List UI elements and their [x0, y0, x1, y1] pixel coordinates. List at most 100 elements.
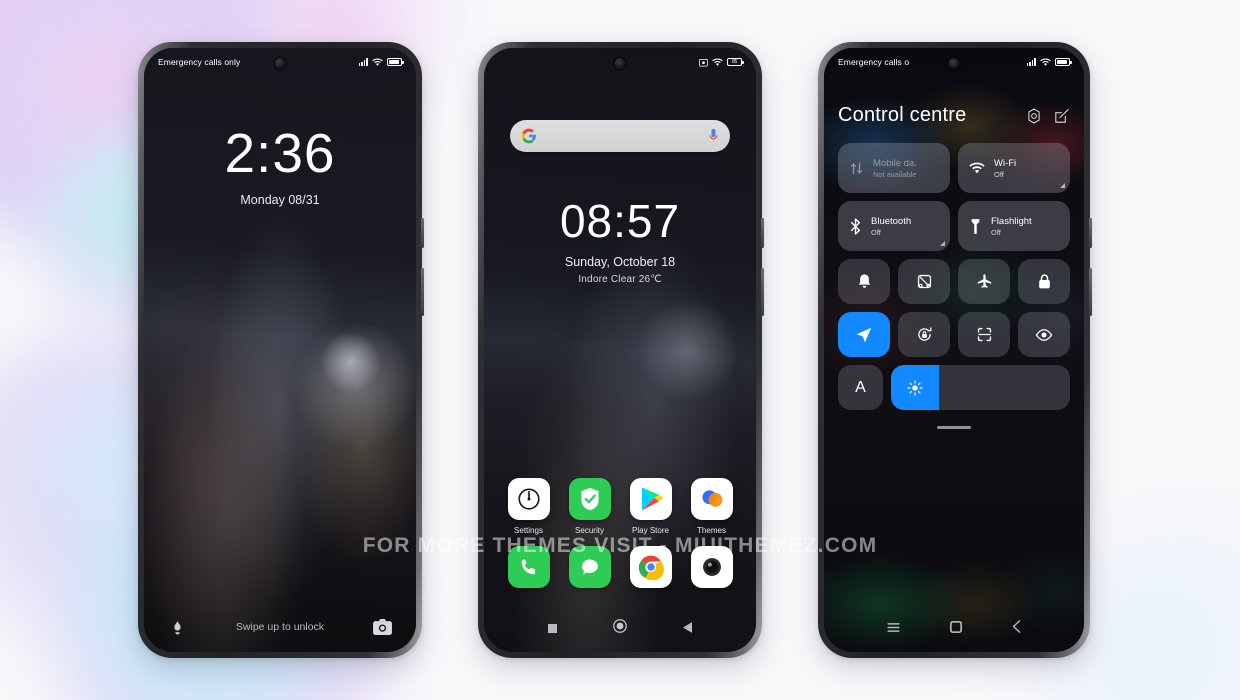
circle-home-icon[interactable]: [613, 619, 627, 638]
control-centre-header: Control centre: [838, 104, 1070, 127]
tile-expand-corner[interactable]: [940, 241, 945, 246]
scanner-icon: [977, 327, 991, 342]
navigation-bar: [824, 620, 1084, 638]
brightness-slider[interactable]: [891, 365, 1070, 410]
phone-screen: Emergency calls o Control centre Mobile …: [824, 48, 1084, 652]
homescreen-date: Sunday, October 18: [564, 255, 676, 269]
microphone-icon[interactable]: [708, 128, 719, 144]
menu-lines-icon[interactable]: [887, 620, 900, 638]
drag-handle[interactable]: [937, 426, 971, 429]
app-security[interactable]: Security: [562, 478, 618, 535]
phone-homescreen: 85 08:57 Sunday, October 18 Indore Clear…: [478, 42, 764, 658]
tile-title: Wi-Fi: [994, 157, 1017, 169]
security-shield-icon: [568, 478, 611, 520]
screenshot-icon: [917, 274, 931, 289]
battery-percent-icon: 85: [727, 58, 744, 66]
tile-subtitle: Not available: [873, 169, 917, 179]
wifi-icon: [712, 57, 723, 66]
messages-icon[interactable]: [568, 546, 611, 588]
tile-auto-brightness[interactable]: A: [838, 365, 883, 410]
google-search-bar[interactable]: [510, 120, 730, 152]
page-title: Control centre: [838, 104, 967, 126]
battery-icon: [1055, 58, 1072, 66]
app-grid: Settings Security Play Store Themes: [498, 478, 742, 535]
homescreen-weather: Indore Clear 26℃: [578, 274, 662, 285]
quick-toggle-tiles: Mobile da. Not available Wi-Fi Off Bluet…: [838, 143, 1070, 251]
tile-lock[interactable]: [1018, 259, 1070, 304]
tile-scanner[interactable]: [958, 312, 1010, 357]
square-home-icon[interactable]: [950, 620, 962, 638]
navigation-bar: [484, 619, 756, 638]
app-label: Themes: [697, 526, 726, 535]
tile-reading-mode[interactable]: [1018, 312, 1070, 357]
chevron-back-icon[interactable]: [1012, 620, 1021, 638]
power-button[interactable]: [1089, 268, 1092, 316]
signal-bars-icon: [358, 58, 368, 66]
eye-icon: [1035, 328, 1053, 341]
tile-bluetooth[interactable]: Bluetooth Off: [838, 201, 950, 251]
tile-expand-corner[interactable]: [1060, 183, 1065, 188]
power-button[interactable]: [761, 268, 764, 316]
tile-mobile-data[interactable]: Mobile da. Not available: [838, 143, 950, 193]
tile-subtitle: Off: [871, 227, 881, 237]
triangle-back-icon[interactable]: [683, 620, 692, 638]
chrome-icon[interactable]: [629, 546, 672, 588]
phone-control-centre: Emergency calls o Control centre Mobile …: [818, 42, 1092, 658]
screenshot-icon: [699, 58, 708, 66]
tile-subtitle: Off: [994, 169, 1004, 179]
app-themes[interactable]: Themes: [684, 478, 740, 535]
tile-flashlight[interactable]: Flashlight Off: [958, 201, 1070, 251]
tile-wifi[interactable]: Wi-Fi Off: [958, 143, 1070, 193]
wifi-icon: [1040, 57, 1051, 66]
airplane-icon: [977, 274, 991, 288]
front-camera-punchhole: [948, 58, 960, 69]
wifi-icon: [372, 57, 383, 66]
wifi-icon: [969, 162, 985, 173]
lock-icon: [1038, 274, 1050, 289]
bell-icon: [858, 274, 870, 288]
square-recents-icon[interactable]: [548, 620, 557, 638]
phone-icon[interactable]: [507, 546, 550, 588]
battery-percent-text: 85: [732, 59, 737, 65]
tile-rotation-lock[interactable]: [898, 312, 950, 357]
phone-screen: 85 08:57 Sunday, October 18 Indore Clear…: [484, 48, 756, 652]
homescreen-clock-widget: 08:57 Sunday, October 18 Indore Clear 26…: [484, 198, 756, 285]
edit-icon[interactable]: [1054, 108, 1070, 124]
play-store-icon: [629, 478, 672, 520]
app-label: Play Store: [632, 526, 669, 535]
bluetooth-icon: [850, 217, 861, 235]
phone-lockscreen: Emergency calls only 2:36 Monday 08/31 S…: [138, 42, 424, 658]
control-centre-panel: Control centre Mobile da. Not available …: [824, 48, 1084, 652]
brightness-slider-fill: [891, 365, 940, 410]
tile-location[interactable]: [838, 312, 890, 357]
location-icon: [856, 327, 872, 342]
app-label: Settings: [514, 526, 543, 535]
tile-title: Flashlight: [991, 215, 1032, 227]
camera-icon[interactable]: [372, 616, 394, 638]
tile-screenshot[interactable]: [898, 259, 950, 304]
battery-icon: [387, 58, 404, 66]
power-button[interactable]: [421, 268, 424, 316]
phone-screen: Emergency calls only 2:36 Monday 08/31 S…: [144, 48, 416, 652]
homescreen-time: 08:57: [559, 195, 681, 247]
app-settings[interactable]: Settings: [501, 478, 557, 535]
signal-bars-icon: [1026, 58, 1036, 66]
flashlight-icon[interactable]: [166, 616, 188, 638]
tile-airplane-mode[interactable]: [958, 259, 1010, 304]
tile-sound[interactable]: [838, 259, 890, 304]
app-play-store[interactable]: Play Store: [623, 478, 679, 535]
camera-app-icon[interactable]: [690, 546, 733, 588]
google-g-icon: [521, 128, 536, 144]
settings-icon[interactable]: [1026, 107, 1042, 124]
mobile-data-icon: [850, 162, 863, 174]
themes-icon: [690, 478, 733, 520]
small-toggle-grid: [838, 259, 1070, 357]
settings-gauge-icon: [507, 478, 550, 520]
front-camera-punchhole: [614, 58, 626, 69]
dock: [498, 546, 742, 588]
carrier-label: Emergency calls only: [158, 57, 241, 67]
carrier-label: Emergency calls o: [838, 57, 910, 67]
volume-button[interactable]: [761, 218, 764, 248]
volume-button[interactable]: [1089, 218, 1092, 248]
volume-button[interactable]: [421, 218, 424, 248]
